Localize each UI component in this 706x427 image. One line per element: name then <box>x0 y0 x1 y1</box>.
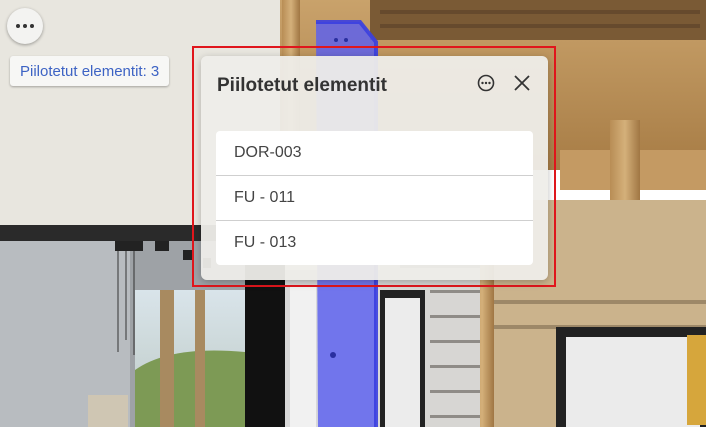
list-item[interactable]: FU - 013 <box>216 221 533 265</box>
hidden-elements-chip-label: Piilotetut elementit: 3 <box>20 62 160 80</box>
close-icon[interactable] <box>512 73 532 93</box>
more-menu-button[interactable] <box>7 8 43 44</box>
hidden-elements-chip[interactable]: Piilotetut elementit: 3 <box>10 56 170 86</box>
list-item-label: DOR-003 <box>234 144 302 161</box>
panel-title: Piilotetut elementit <box>217 75 387 96</box>
more-horizontal-icon <box>16 24 34 28</box>
list-item[interactable]: DOR-003 <box>216 131 533 176</box>
list-item[interactable]: FU - 011 <box>216 176 533 221</box>
more-circle-icon[interactable] <box>477 74 495 92</box>
list-item-label: FU - 011 <box>234 189 296 206</box>
hidden-elements-list: DOR-003 FU - 011 FU - 013 <box>216 131 533 265</box>
list-item-label: FU - 013 <box>234 234 297 251</box>
hidden-elements-panel: Piilotetut elementit DOR-003 FU - 011 FU… <box>201 56 548 280</box>
